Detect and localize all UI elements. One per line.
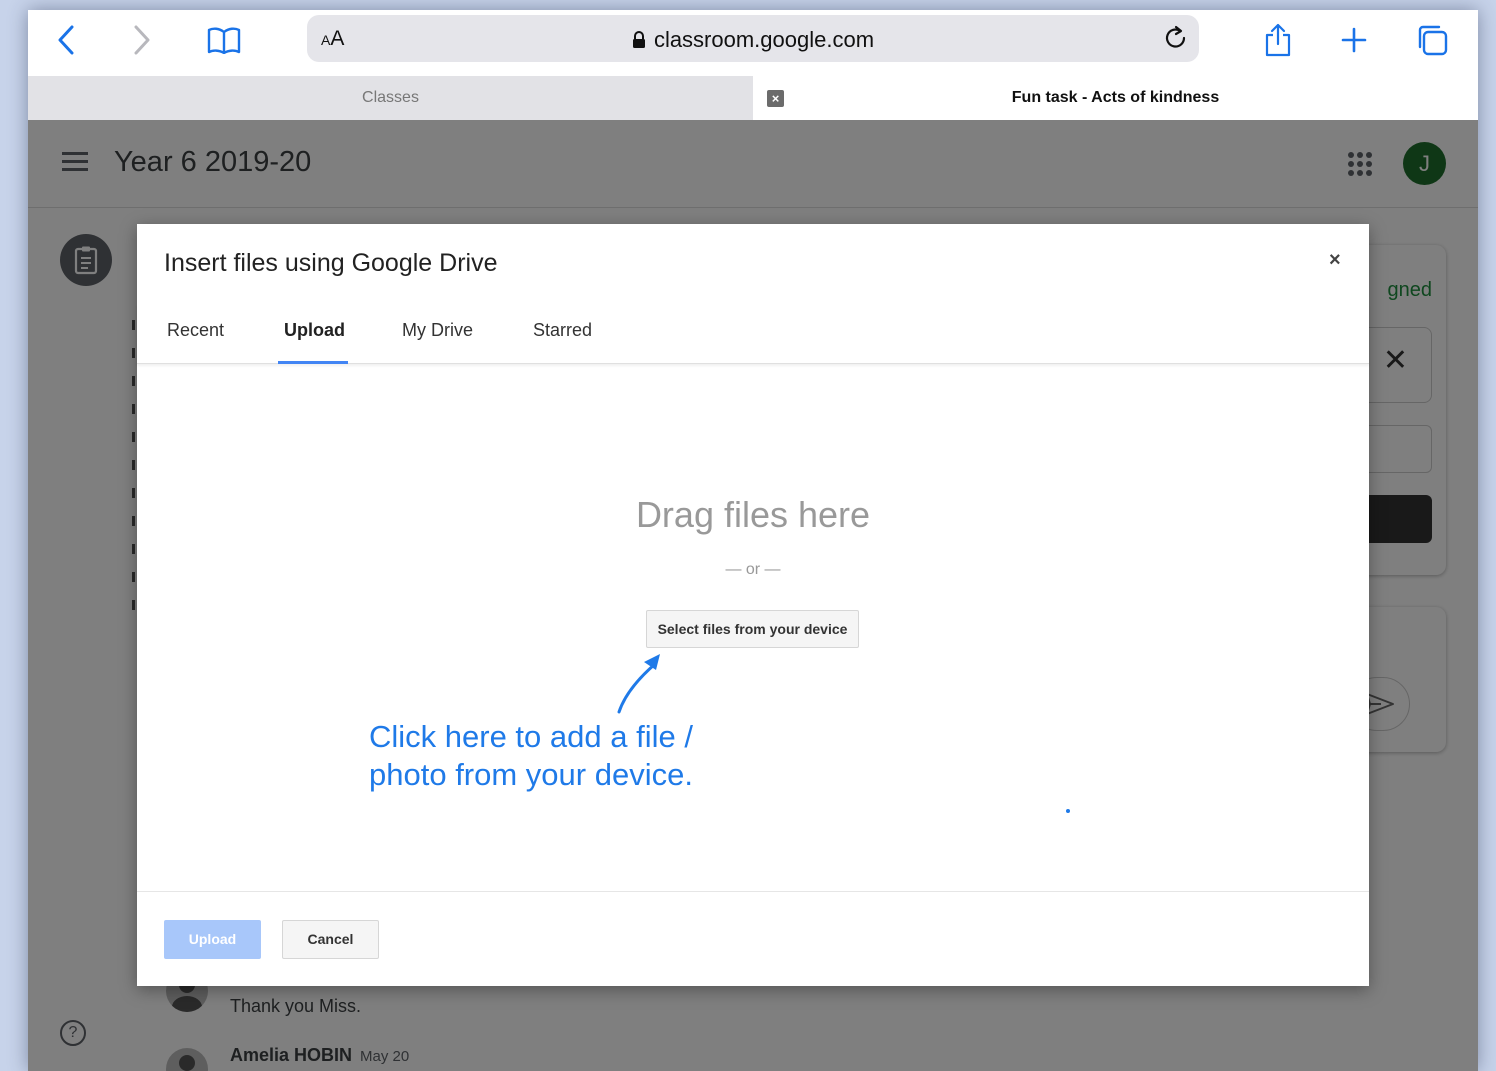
select-files-button[interactable]: Select files from your device <box>646 610 859 648</box>
cancel-button[interactable]: Cancel <box>282 920 379 959</box>
or-separator: — or — <box>725 561 781 578</box>
close-icon[interactable]: × <box>1329 249 1341 272</box>
forward-icon[interactable] <box>124 22 160 58</box>
lock-icon <box>632 29 646 55</box>
browser-tabs: Classes × Fun task - Acts of kindness <box>28 76 1478 120</box>
annotation-line-1: Click here to add a file / <box>369 719 693 754</box>
tabs-overview-icon[interactable] <box>1414 22 1450 58</box>
browser-toolbar: AA classroom.google.com <box>28 10 1478 76</box>
url-text: classroom.google.com <box>653 27 875 52</box>
upload-button[interactable]: Upload <box>164 920 261 959</box>
dialog-tabs: Recent Upload My Drive Starred <box>137 304 1369 364</box>
dialog-title: Insert files using Google Drive <box>164 249 498 277</box>
new-tab-icon[interactable] <box>1336 22 1372 58</box>
url-display[interactable]: classroom.google.com <box>307 27 1199 55</box>
reload-icon[interactable] <box>1163 24 1189 57</box>
tab-fun-task-label: Fun task - Acts of kindness <box>1011 89 1220 106</box>
tab-close-icon[interactable]: × <box>767 90 784 107</box>
tab-classes[interactable]: Classes <box>28 76 753 120</box>
tab-my-drive[interactable]: My Drive <box>402 320 473 341</box>
callout-arrow-icon <box>617 654 660 714</box>
tab-starred[interactable]: Starred <box>533 320 592 341</box>
tab-recent[interactable]: Recent <box>167 320 224 341</box>
active-tab-indicator <box>278 361 348 364</box>
insert-files-dialog: Insert files using Google Drive × Recent… <box>137 224 1369 986</box>
back-icon[interactable] <box>48 22 84 58</box>
classroom-page: Year 6 2019-20 J gned ✕ Thank you Miss. <box>28 120 1478 1071</box>
annotation-dot <box>1066 809 1070 813</box>
share-icon[interactable] <box>1260 22 1296 58</box>
bookmarks-icon[interactable] <box>206 22 242 58</box>
annotation-line-2: photo from your device. <box>369 757 693 792</box>
tab-fun-task[interactable]: × Fun task - Acts of kindness <box>753 76 1478 120</box>
address-bar[interactable]: AA classroom.google.com <box>307 15 1199 62</box>
drop-zone-label[interactable]: Drag files here <box>137 494 1369 536</box>
dialog-footer: Upload Cancel <box>137 891 1369 986</box>
tab-upload[interactable]: Upload <box>284 320 345 341</box>
browser-window: AA classroom.google.com Classes × Fun ta… <box>28 10 1478 1071</box>
annotation-callout: Click here to add a file / photo from yo… <box>369 718 769 794</box>
